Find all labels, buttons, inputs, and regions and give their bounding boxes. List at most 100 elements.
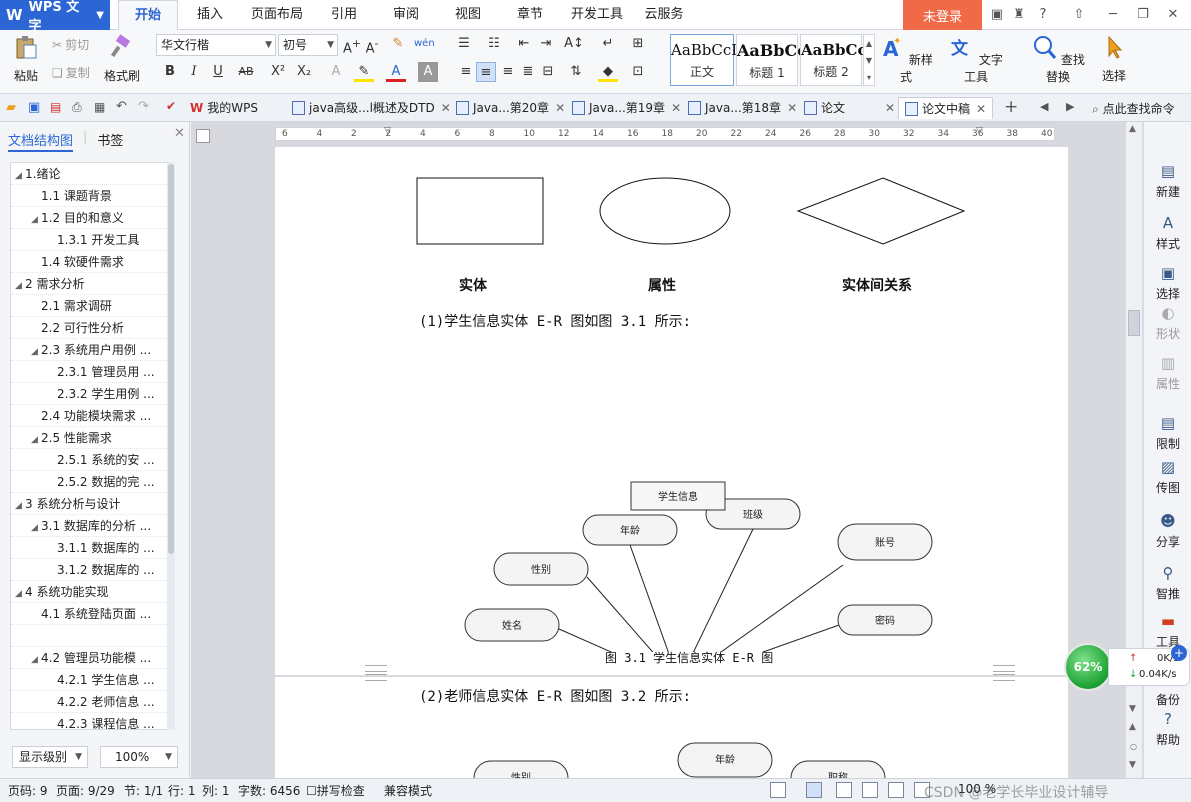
justify-icon[interactable]: ≣: [518, 62, 538, 82]
font-name-select[interactable]: 华文行楷 ▼: [156, 34, 276, 56]
font-size-select[interactable]: 初号 ▼: [278, 34, 338, 56]
back-icon[interactable]: ◀: [1040, 100, 1048, 113]
tab-doc-thesis[interactable]: 论文 ✕: [804, 97, 895, 119]
align-left-icon[interactable]: ≡: [456, 62, 476, 82]
export-pdf-icon[interactable]: ▤: [50, 100, 66, 116]
right-indent-marker[interactable]: ▽: [976, 126, 983, 136]
sidebar-item-help[interactable]: ? 帮助: [1144, 710, 1191, 748]
show-marks-icon[interactable]: ↵: [598, 34, 618, 54]
tab-document-map[interactable]: 文档结构图: [8, 130, 74, 152]
bold-icon[interactable]: B: [160, 62, 180, 82]
select-button[interactable]: 选择: [1094, 32, 1134, 84]
sidebar-item-recommend[interactable]: ⚲ 智推: [1144, 564, 1191, 602]
login-button[interactable]: 未登录: [903, 0, 982, 30]
page-view-icon[interactable]: [806, 782, 822, 798]
close-tab-icon[interactable]: ✕: [885, 101, 895, 115]
sort-icon[interactable]: A↕: [564, 34, 584, 54]
maximize-icon[interactable]: ❐: [1134, 6, 1152, 24]
next-page-icon[interactable]: ▼: [1129, 760, 1136, 770]
spell-check-toggle[interactable]: ☐拼写检查: [306, 782, 365, 799]
tab-doc-thesis-draft[interactable]: 论文中稿 ✕: [898, 97, 994, 119]
highlight-icon[interactable]: ✎: [354, 62, 374, 82]
paste-button[interactable]: 粘贴: [6, 32, 46, 84]
tab-doc-java-18[interactable]: Java...第18章 ✕: [688, 97, 797, 119]
outline-item[interactable]: [11, 625, 167, 647]
superscript-icon[interactable]: X²: [268, 62, 288, 82]
text-tools-button[interactable]: 文 文字工具: [944, 32, 1008, 85]
paragraph-shading-icon[interactable]: ◆: [598, 62, 618, 82]
scroll-up-icon[interactable]: ▲: [1129, 124, 1136, 134]
sidebar-item-restrict[interactable]: ▤ 限制: [1144, 414, 1191, 452]
document-page[interactable]: (2)老师信息实体 E-R 图如图 3.2 所示: 性别年龄职称: [275, 671, 1068, 778]
outline-item[interactable]: 2.2 可行性分析: [11, 317, 167, 339]
customize-toolbar-icon[interactable]: ✔: [166, 99, 182, 115]
scroll-thumb[interactable]: [168, 164, 174, 554]
collapse-toggle-icon[interactable]: ◢: [31, 429, 41, 448]
scroll-down-icon[interactable]: ▼: [1129, 704, 1136, 714]
close-tab-icon[interactable]: ✕: [671, 101, 681, 115]
outline-item[interactable]: 4.2.2 老师信息 ...: [11, 691, 167, 713]
tab-my-wps[interactable]: W 我的WPS: [190, 97, 258, 119]
sidebar-item-style[interactable]: A 样式: [1144, 214, 1191, 252]
shirt-icon[interactable]: ♜: [1010, 6, 1028, 24]
outline-item[interactable]: ◢ 4.2 管理员功能模 ...: [11, 647, 167, 669]
tab-cloud[interactable]: 云服务: [640, 0, 688, 30]
add-widget-icon[interactable]: +: [1171, 645, 1187, 661]
save-icon[interactable]: ▣: [28, 100, 44, 116]
outline-item[interactable]: 2.5.1 系统的安 ...: [11, 449, 167, 471]
sidebar-item-properties[interactable]: ▥ 属性: [1144, 354, 1191, 392]
close-tab-icon[interactable]: ✕: [441, 101, 451, 115]
panel-zoom-select[interactable]: 100% ▼: [100, 746, 178, 768]
browse-object-icon[interactable]: ○: [1130, 742, 1137, 751]
collapse-toggle-icon[interactable]: ◢: [15, 165, 25, 184]
collapse-toggle-icon[interactable]: ◢: [31, 209, 41, 228]
collapse-toggle-icon[interactable]: ◢: [31, 341, 41, 360]
outline-item[interactable]: 2.4 功能模块需求 ...: [11, 405, 167, 427]
tab-bookmarks[interactable]: 书签: [97, 130, 123, 152]
distribute-icon[interactable]: ⊟: [538, 62, 558, 82]
text-effect-icon[interactable]: A: [326, 62, 346, 82]
outline-item[interactable]: 4.1 系统登陆页面 ...: [11, 603, 167, 625]
new-style-button[interactable]: A ✦ 新样式: [878, 32, 934, 85]
numbered-list-icon[interactable]: ☷: [484, 34, 504, 54]
open-folder-icon[interactable]: ▰: [6, 100, 22, 116]
tab-references[interactable]: 引用: [320, 0, 368, 30]
table-grid-icon[interactable]: ⊞: [628, 34, 648, 54]
collapse-toggle-icon[interactable]: ◢: [15, 275, 25, 294]
style-heading-1[interactable]: AaBbCc 标题 1: [736, 34, 807, 86]
outline-item[interactable]: 1.1 课题背景: [11, 185, 167, 207]
full-screen-view-icon[interactable]: [770, 782, 786, 798]
tab-home[interactable]: 开始: [118, 0, 178, 30]
help-menu-icon[interactable]: ?: [1034, 6, 1052, 24]
minimize-icon[interactable]: ─: [1104, 6, 1122, 24]
italic-icon[interactable]: I: [184, 62, 204, 82]
sidebar-item-upload-image[interactable]: ▨ 传图: [1144, 458, 1191, 496]
find-replace-button[interactable]: 查找替换: [1026, 32, 1090, 85]
close-tab-icon[interactable]: ✕: [976, 102, 986, 116]
outline-item[interactable]: ◢ 1.2 目的和意义: [11, 207, 167, 229]
style-heading-2[interactable]: AaBbCcI 标题 2: [800, 34, 874, 86]
outline-item[interactable]: ◢ 2 需求分析: [11, 273, 167, 295]
print-preview-icon[interactable]: ▦: [94, 100, 110, 116]
outline-item[interactable]: 1.4 软硬件需求: [11, 251, 167, 273]
document-page[interactable]: 实体 属性 实体间关系 (1)学生信息实体 E-R 图如图 3.1 所示: 年龄…: [275, 147, 1068, 675]
close-icon[interactable]: ✕: [1164, 6, 1182, 24]
border-icon[interactable]: ⊡: [628, 62, 648, 82]
outline-view-icon[interactable]: [836, 782, 852, 798]
tab-doc-java-20[interactable]: Java...第20章 ✕: [456, 97, 565, 119]
align-center-icon[interactable]: ≡: [476, 62, 496, 82]
restore-ribbon-icon[interactable]: ⇧: [1070, 6, 1088, 24]
close-tab-icon[interactable]: ✕: [787, 101, 797, 115]
bullet-list-icon[interactable]: ☰: [454, 34, 474, 54]
outline-scrollbar[interactable]: [167, 162, 175, 730]
sidebar-item-new-doc[interactable]: ▤ 新建: [1144, 162, 1191, 200]
new-tab-icon[interactable]: +: [1004, 97, 1018, 117]
sidebar-item-share[interactable]: ☻ 分享: [1144, 512, 1191, 550]
tab-stop-selector[interactable]: [196, 129, 210, 143]
network-speed-widget[interactable]: 62% ↑ 0K/s ↓ 0.04K/s +: [1064, 643, 1191, 691]
print-icon[interactable]: ⎙: [72, 100, 88, 116]
phonetic-icon[interactable]: wén: [414, 34, 435, 54]
skin-icon[interactable]: ▣: [988, 6, 1006, 24]
tab-chapter[interactable]: 章节: [506, 0, 554, 30]
outline-item[interactable]: ◢ 3.1 数据库的分析 ...: [11, 515, 167, 537]
